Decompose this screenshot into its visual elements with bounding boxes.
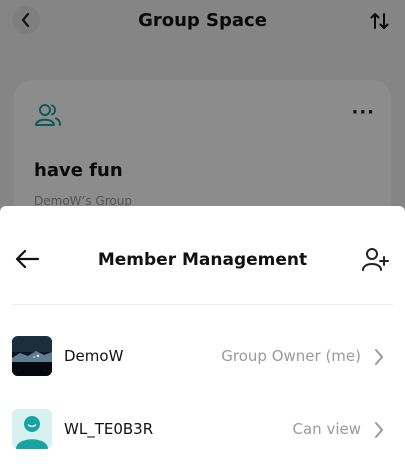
member-row[interactable]: DemoW Group Owner (me) <box>0 336 405 380</box>
chevron-right-icon <box>375 422 383 438</box>
sheet-title: Member Management <box>97 250 308 270</box>
member-row[interactable]: WL_TE0B3R Can view <box>0 409 405 453</box>
add-person-icon[interactable] <box>361 245 389 273</box>
landscape-photo-avatar <box>12 336 52 376</box>
member-role: Can view <box>292 420 361 438</box>
member-name: WL_TE0B3R <box>64 420 154 438</box>
chevron-right-icon <box>375 349 383 365</box>
member-role: Group Owner (me) <box>221 347 361 365</box>
divider <box>12 304 393 305</box>
default-person-avatar <box>12 409 52 449</box>
member-management-sheet: Member Management DemoW Group Owner (me) <box>0 206 405 470</box>
member-name: DemoW <box>64 347 124 365</box>
